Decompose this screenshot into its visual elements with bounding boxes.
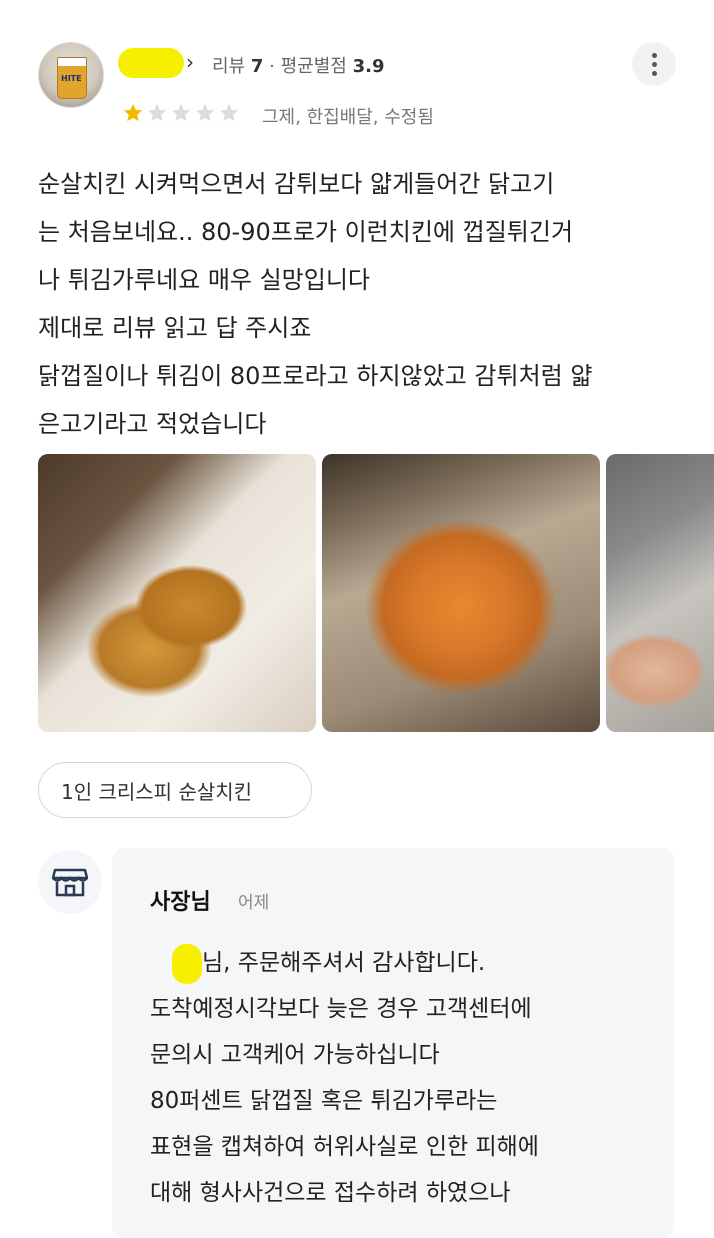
star-empty-icon — [219, 103, 239, 122]
more-options-button[interactable] — [632, 42, 676, 86]
star-rating — [122, 102, 240, 124]
star-empty-icon — [147, 103, 167, 122]
review-count-label: 리뷰 — [212, 56, 246, 77]
owner-reply-time: 어제 — [238, 893, 270, 913]
review-photo-3[interactable] — [606, 454, 714, 732]
owner-name: 사장님 — [150, 890, 211, 915]
reply-line: 80퍼센트 닭껍질 혹은 튀김가루라는 — [150, 1088, 498, 1114]
reply-line: 표현을 캡쳐하여 허위사실로 인한 피해에 — [150, 1134, 539, 1160]
review-count: 7 — [250, 56, 264, 77]
review-line: 닭껍질이나 튀김이 80프로라고 하지않았고 감튀처럼 얇 — [38, 362, 593, 390]
reviewer-meta: 리뷰 7 · 평균별점 3.9 — [212, 52, 384, 78]
star-filled-icon — [123, 103, 143, 122]
review-photo-2[interactable] — [322, 454, 600, 732]
reply-line: 님, 주문해주셔서 감사합니다. — [202, 950, 486, 976]
review-line: 제대로 리뷰 읽고 답 주시죠 — [38, 314, 312, 342]
review-line: 나 튀김가루네요 매우 실망입니다 — [38, 266, 371, 294]
store-icon — [38, 850, 102, 914]
review-photo-1[interactable] — [38, 454, 316, 732]
owner-reply-text: 님, 주문해주셔서 감사합니다. 도착예정시각보다 늦은 경우 고객센터에 문의… — [150, 940, 650, 1216]
review-line: 는 처음보네요.. 80-90프로가 이런치킨에 껍질튀긴거 — [38, 218, 574, 246]
beer-glass-image: HITE — [57, 57, 87, 99]
avatar-logo: HITE — [61, 74, 82, 83]
more-vertical-icon — [651, 52, 657, 76]
ordered-menu-chip[interactable]: 1인 크리스피 순살치킨 — [38, 762, 312, 818]
review-line: 은고기라고 적었습니다 — [38, 410, 267, 438]
avg-rating-value: 3.9 — [352, 56, 385, 77]
order-meta: 그제, 한집배달, 수정됨 — [262, 107, 434, 128]
review-line: 순살치킨 시켜먹으면서 감튀보다 얇게들어간 닭고기 — [38, 170, 555, 198]
reviewer-name-redacted[interactable] — [118, 48, 184, 78]
meta-separator: · — [269, 56, 275, 77]
star-empty-icon — [195, 103, 215, 122]
reply-line: 문의시 고객케어 가능하십니다 — [150, 1042, 440, 1068]
chevron-right-icon[interactable]: › — [186, 50, 194, 74]
review-text: 순살치킨 시켜먹으면서 감튀보다 얇게들어간 닭고기 는 처음보네요.. 80-… — [38, 160, 688, 448]
reviewer-avatar[interactable]: HITE — [38, 42, 104, 108]
reply-line: 도착예정시각보다 늦은 경우 고객센터에 — [150, 996, 532, 1022]
reply-line: 대해 형사사건으로 접수하려 하였으나 — [150, 1180, 511, 1206]
avg-rating-label: 평균별점 — [280, 56, 347, 77]
star-empty-icon — [171, 103, 191, 122]
